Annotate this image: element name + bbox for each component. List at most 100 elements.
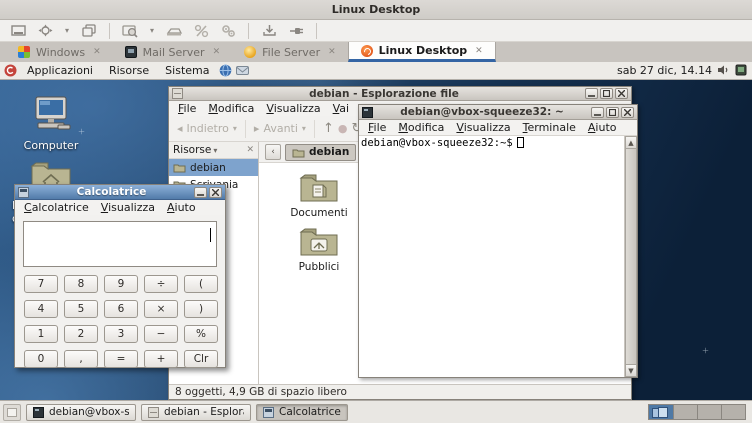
- tab-windows[interactable]: Windows ✕: [6, 42, 113, 62]
- menu-terminale[interactable]: Terminale: [518, 121, 581, 134]
- minimize-icon[interactable]: [591, 107, 604, 118]
- file-item-documenti[interactable]: Documenti: [284, 171, 354, 219]
- menu-file[interactable]: File: [173, 102, 201, 115]
- menu-sistema[interactable]: Sistema: [159, 64, 215, 77]
- calc-button-divide[interactable]: ÷: [144, 275, 178, 293]
- desktop-icon-computer[interactable]: Computer: [12, 96, 90, 152]
- calculator-titlebar[interactable]: Calcolatrice: [15, 185, 225, 200]
- display-tray-icon[interactable]: [735, 64, 748, 77]
- calc-button-1[interactable]: 1: [24, 325, 58, 343]
- calc-button-add[interactable]: +: [144, 350, 178, 368]
- tab-linux-desktop[interactable]: Linux Desktop ✕: [348, 42, 496, 62]
- calc-button-9[interactable]: 9: [104, 275, 138, 293]
- sidebar-item-debian[interactable]: debian: [169, 159, 258, 176]
- shortcuts-icon[interactable]: [191, 22, 211, 40]
- usb-redirect-icon[interactable]: [259, 22, 279, 40]
- pathbar-collapse-button[interactable]: ‹: [265, 144, 281, 160]
- maximize-icon[interactable]: [600, 88, 613, 99]
- mail-launcher-icon[interactable]: [236, 64, 249, 77]
- power-plug-icon[interactable]: [286, 22, 306, 40]
- fullscreen-icon[interactable]: [8, 22, 28, 40]
- file-item-pubblici[interactable]: Pubblici: [284, 225, 354, 273]
- debian-menu-icon[interactable]: [4, 64, 17, 77]
- workspace-1[interactable]: [649, 405, 673, 419]
- show-desktop-button[interactable]: [3, 404, 21, 421]
- up-button[interactable]: ↑: [323, 121, 334, 136]
- menu-visualizza[interactable]: Visualizza: [451, 121, 515, 134]
- menu-aiuto[interactable]: Aiuto: [583, 121, 622, 134]
- stop-button[interactable]: ●: [338, 122, 348, 135]
- calc-button-decimal[interactable]: ,: [64, 350, 98, 368]
- menu-modifica[interactable]: Modifica: [203, 102, 259, 115]
- navigation-icon[interactable]: [35, 22, 55, 40]
- minimize-icon[interactable]: [194, 187, 207, 198]
- tab-close-icon[interactable]: ✕: [475, 46, 483, 56]
- menu-visualizza[interactable]: Visualizza: [261, 102, 325, 115]
- scroll-up-icon[interactable]: ▲: [625, 136, 637, 149]
- close-icon[interactable]: [621, 107, 634, 118]
- menu-file[interactable]: File: [363, 121, 391, 134]
- calc-button-8[interactable]: 8: [64, 275, 98, 293]
- workspace-4[interactable]: [721, 405, 745, 419]
- terminal-titlebar[interactable]: debian@vbox-squeeze32: ~: [359, 105, 637, 120]
- calc-button-3[interactable]: 3: [104, 325, 138, 343]
- close-icon[interactable]: [209, 187, 222, 198]
- sidebar-close-icon[interactable]: ✕: [246, 145, 254, 155]
- menu-vai[interactable]: Vai: [328, 102, 354, 115]
- calc-button-4[interactable]: 4: [24, 300, 58, 318]
- panel-clock[interactable]: sab 27 dic, 14.14: [617, 64, 712, 77]
- tab-close-icon[interactable]: ✕: [213, 47, 221, 57]
- menu-risorse[interactable]: Risorse: [103, 64, 155, 77]
- screenshot-chevron-icon[interactable]: ▾: [147, 26, 157, 35]
- taskbar-button-terminal[interactable]: debian@vbox-squee...: [26, 404, 136, 421]
- calc-button-percent[interactable]: %: [184, 325, 218, 343]
- forward-chevron-icon[interactable]: ▾: [302, 124, 306, 133]
- calc-button-7[interactable]: 7: [24, 275, 58, 293]
- file-manager-titlebar[interactable]: debian - Esplorazione file: [169, 87, 631, 101]
- menu-visualizza[interactable]: Visualizza: [96, 201, 160, 214]
- terminal-scrollbar[interactable]: ▲ ▼: [624, 136, 637, 377]
- taskbar-button-file-manager[interactable]: debian - Esplorazion...: [141, 404, 251, 421]
- menu-aiuto[interactable]: Aiuto: [162, 201, 201, 214]
- menu-applicazioni[interactable]: Applicazioni: [21, 64, 99, 77]
- clone-windows-icon[interactable]: [79, 22, 99, 40]
- forward-button[interactable]: ▸ Avanti ▾: [254, 122, 306, 135]
- tab-close-icon[interactable]: ✕: [93, 47, 101, 57]
- browser-globe-icon[interactable]: [219, 64, 232, 77]
- sidebar-chevron-icon[interactable]: ▾: [213, 146, 217, 155]
- taskbar-button-calculator[interactable]: Calcolatrice: [256, 404, 348, 421]
- sidebar-header[interactable]: Risorse ▾ ✕: [169, 142, 258, 159]
- tab-close-icon[interactable]: ✕: [328, 47, 336, 57]
- screenshot-icon[interactable]: [120, 22, 140, 40]
- close-icon[interactable]: [615, 88, 628, 99]
- scrollbar-thumb[interactable]: [625, 149, 637, 364]
- calc-button-multiply[interactable]: ×: [144, 300, 178, 318]
- calc-button-open-paren[interactable]: (: [184, 275, 218, 293]
- navigation-chevron-icon[interactable]: ▾: [62, 26, 72, 35]
- back-button[interactable]: ◂ Indietro ▾: [177, 122, 237, 135]
- calc-button-clear[interactable]: Clr: [184, 350, 218, 368]
- maximize-icon[interactable]: [606, 107, 619, 118]
- menu-modifica[interactable]: Modifica: [393, 121, 449, 134]
- tab-file-server[interactable]: File Server ✕: [232, 42, 348, 62]
- minimize-icon[interactable]: [585, 88, 598, 99]
- volume-icon[interactable]: [717, 64, 730, 77]
- calc-button-subtract[interactable]: −: [144, 325, 178, 343]
- calc-button-close-paren[interactable]: ): [184, 300, 218, 318]
- terminal-screen[interactable]: debian@vbox-squeeze32:~$: [359, 136, 624, 377]
- back-chevron-icon[interactable]: ▾: [233, 124, 237, 133]
- tab-mail-server[interactable]: Mail Server ✕: [113, 42, 232, 62]
- pathbar-current-button[interactable]: debian: [285, 144, 356, 161]
- calculator-display[interactable]: [23, 221, 217, 267]
- workspace-2[interactable]: [673, 405, 697, 419]
- calc-button-6[interactable]: 6: [104, 300, 138, 318]
- calc-button-equals[interactable]: =: [104, 350, 138, 368]
- scroll-down-icon[interactable]: ▼: [625, 364, 637, 377]
- printer-icon[interactable]: [164, 22, 184, 40]
- menu-calcolatrice[interactable]: Calcolatrice: [19, 201, 94, 214]
- calc-button-0[interactable]: 0: [24, 350, 58, 368]
- calc-button-5[interactable]: 5: [64, 300, 98, 318]
- workspace-3[interactable]: [697, 405, 721, 419]
- gears-icon[interactable]: [218, 22, 238, 40]
- calc-button-2[interactable]: 2: [64, 325, 98, 343]
